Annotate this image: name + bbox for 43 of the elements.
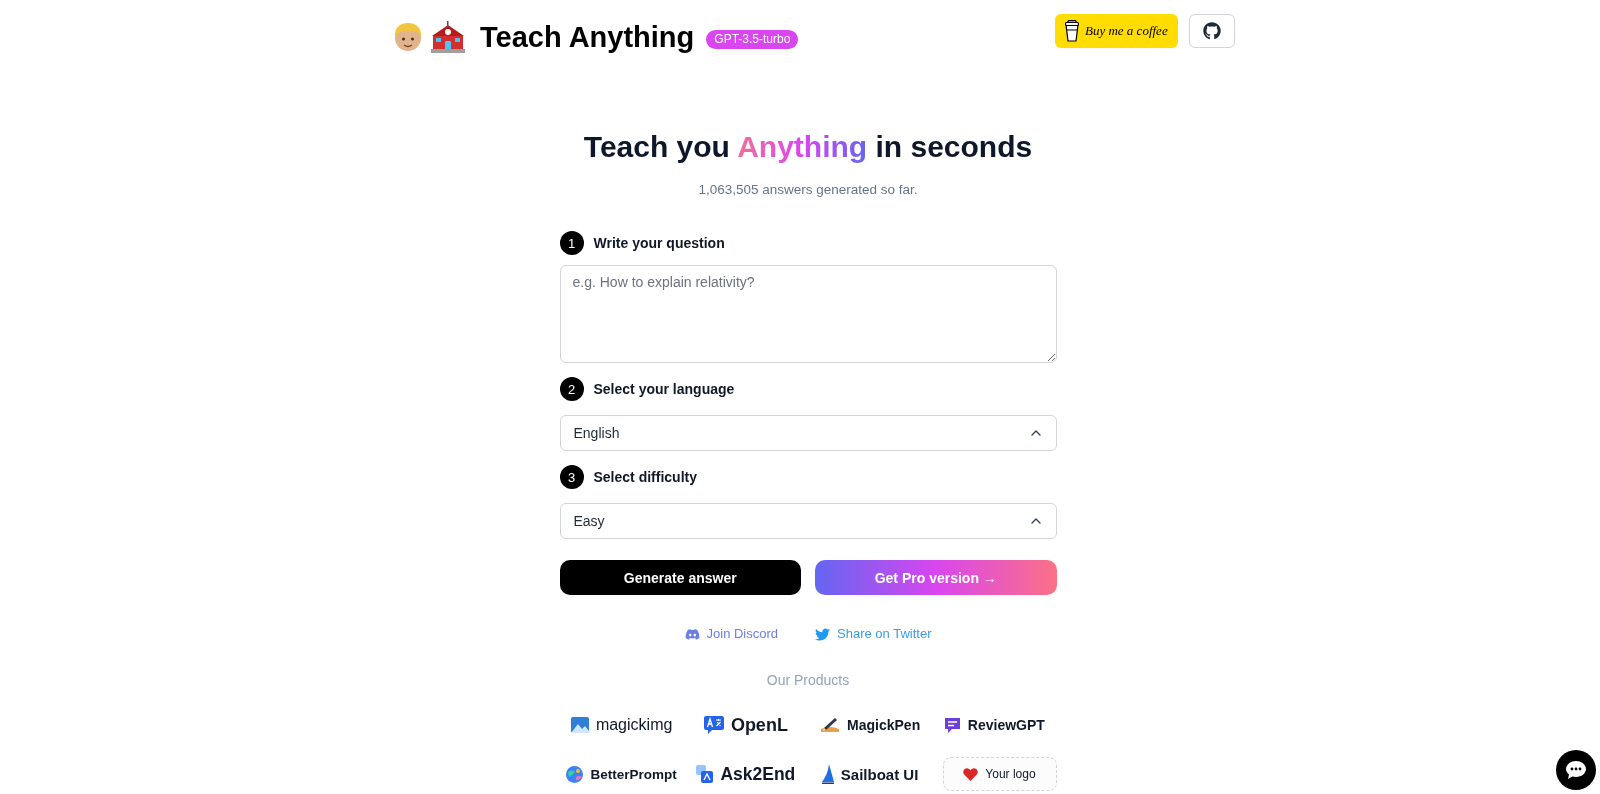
pen-icon bbox=[820, 717, 841, 733]
step-label: Write your question bbox=[593, 235, 725, 251]
product-link[interactable]: BetterPrompt bbox=[566, 760, 677, 788]
products-heading: Our Products bbox=[766, 671, 850, 689]
product-link[interactable]: ReviewGPT bbox=[943, 711, 1045, 739]
hero-title: Teach you Anything in seconds bbox=[583, 129, 1033, 165]
heart-icon bbox=[963, 767, 979, 781]
twitter-bird-icon bbox=[815, 626, 831, 642]
product-link[interactable]: magickimg bbox=[570, 711, 673, 739]
step-number: 1 bbox=[559, 231, 584, 255]
get-pro-button[interactable]: Get Pro version → bbox=[815, 560, 1057, 595]
buy-coffee-button[interactable]: Buy me a coffee bbox=[1055, 14, 1178, 48]
chat-button[interactable] bbox=[1556, 750, 1596, 790]
product-link[interactable]: OpenL bbox=[703, 711, 788, 739]
discord-icon bbox=[684, 626, 700, 642]
answer-count-text: 1,063,505 answers generated so far. bbox=[698, 181, 918, 199]
model-badge: GPT-3.5-turbo bbox=[706, 29, 799, 49]
github-icon bbox=[1203, 22, 1221, 40]
translate-icon bbox=[703, 716, 724, 734]
question-input-field[interactable]: e.g. How to explain relativity? bbox=[559, 265, 1057, 363]
product-link[interactable]: MagickPen bbox=[820, 711, 921, 739]
github-button[interactable] bbox=[1189, 14, 1235, 48]
chat-icon bbox=[1566, 761, 1586, 779]
coffee-cup-icon bbox=[1065, 20, 1079, 42]
discord-link[interactable]: Join Discord bbox=[684, 625, 779, 643]
stacked-squares-icon bbox=[696, 765, 714, 783]
step-label: Select difficulty bbox=[593, 469, 697, 485]
product-link[interactable]: Sailboat UI bbox=[821, 760, 919, 788]
globe-icon bbox=[566, 765, 584, 783]
sail-icon bbox=[821, 764, 834, 784]
dropdown-select[interactable]: English bbox=[559, 415, 1057, 451]
face-icon bbox=[392, 21, 424, 53]
generate-button[interactable]: Generate answer bbox=[559, 560, 801, 595]
step-label: Select your language bbox=[593, 381, 735, 397]
school-building-icon bbox=[430, 21, 466, 53]
image-icon bbox=[570, 717, 589, 733]
dropdown-select[interactable]: Easy bbox=[559, 503, 1057, 539]
product-link[interactable]: Ask2End bbox=[696, 760, 796, 788]
step-number: 2 bbox=[559, 377, 584, 401]
brand-title: Teach Anything bbox=[480, 20, 695, 54]
chat-bubble-icon bbox=[943, 716, 961, 734]
step-number: 3 bbox=[559, 465, 584, 489]
your-logo-card[interactable]: Your logo bbox=[942, 757, 1057, 791]
